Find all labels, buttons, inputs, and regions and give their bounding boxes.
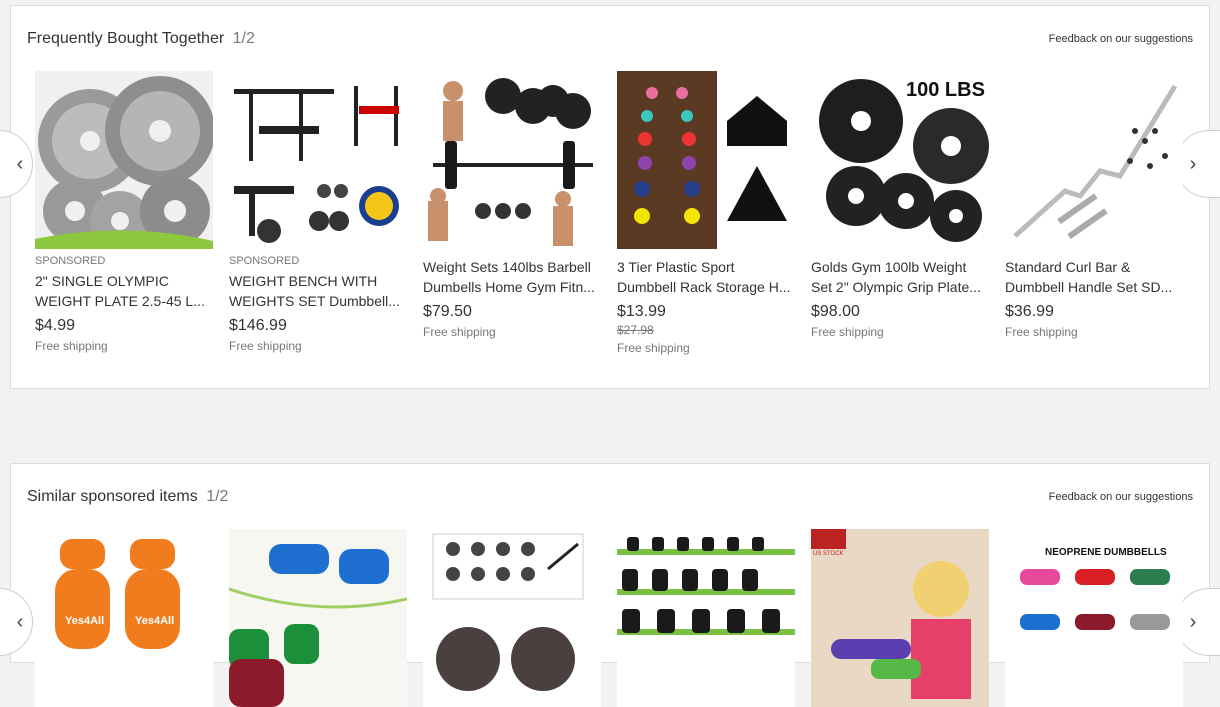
carousel-prev-button[interactable]: ‹	[0, 130, 33, 198]
product-price: $4.99	[35, 317, 76, 334]
plate-set-icon[interactable]	[423, 529, 601, 707]
section-title: Frequently Bought Together 1/2	[27, 30, 255, 48]
feedback-link[interactable]: Feedback on our suggestions	[1049, 491, 1193, 503]
product-title[interactable]: Standard Curl Bar & Dumbbell Handle Set …	[1005, 257, 1183, 297]
section-title-text: Similar sponsored items	[27, 488, 198, 505]
original-price: $27.98	[617, 323, 654, 337]
product-card[interactable]: Weight Sets 140lbs Barbell Dumbells Home…	[423, 71, 601, 339]
dumbbell-rows-icon[interactable]	[617, 529, 795, 707]
product-price: $79.50	[423, 303, 472, 320]
sponsored-label: SPONSORED	[229, 255, 300, 267]
product-card[interactable]: Yes4All Yes4All	[35, 529, 213, 707]
product-title[interactable]: WEIGHT BENCH WITH WEIGHTS SET Dumbbell..…	[229, 271, 407, 311]
image-text: 100 LBS	[906, 79, 985, 101]
shipping-info: Free shipping	[811, 325, 884, 339]
product-card[interactable]: SPONSORED WEIGHT BENCH WITH WEIGHTS SET …	[229, 71, 407, 353]
product-title[interactable]: Weight Sets 140lbs Barbell Dumbells Home…	[423, 257, 601, 297]
image-text: Yes4All	[65, 615, 104, 627]
product-price: $146.99	[229, 317, 287, 334]
frequently-bought-together-panel: Frequently Bought Together 1/2 Feedback …	[0, 5, 1220, 389]
chevron-left-icon: ‹	[16, 610, 24, 633]
product-card[interactable]	[617, 529, 795, 707]
dumbbell-rack-icon[interactable]	[617, 71, 795, 249]
product-card[interactable]	[229, 529, 407, 707]
product-price: $13.99	[617, 303, 666, 320]
product-card[interactable]: NEOPRENE DUMBBELLS	[1005, 529, 1183, 707]
similar-sponsored-items-panel: Similar sponsored items 1/2 Feedback on …	[0, 463, 1220, 707]
orange-dumbbells-icon[interactable]: Yes4All Yes4All	[35, 529, 213, 707]
shipping-info: Free shipping	[617, 341, 690, 355]
shipping-info: Free shipping	[423, 325, 496, 339]
product-card[interactable]: Standard Curl Bar & Dumbbell Handle Set …	[1005, 71, 1183, 339]
chevron-left-icon: ‹	[16, 152, 24, 175]
chevron-right-icon: ›	[1189, 610, 1197, 633]
product-card[interactable]: SPONSORED 2" SINGLE OLYMPIC WEIGHT PLATE…	[35, 71, 213, 353]
product-title[interactable]: 3 Tier Plastic Sport Dumbbell Rack Stora…	[617, 257, 795, 297]
product-card[interactable]: 100 LBS Golds Gym 100lb Weight Set 2" Ol…	[811, 71, 989, 339]
product-price: $98.00	[811, 303, 860, 320]
image-text: NEOPRENE DUMBBELLS	[1045, 547, 1167, 558]
section-title: Similar sponsored items 1/2	[27, 488, 228, 506]
weight-plates-icon[interactable]	[35, 71, 213, 249]
women-exercising-icon[interactable]: US STOCK	[811, 529, 989, 707]
curl-bar-icon[interactable]	[1005, 71, 1183, 249]
product-card[interactable]	[423, 529, 601, 707]
section-title-text: Frequently Bought Together	[27, 30, 225, 47]
product-title[interactable]: 2" SINGLE OLYMPIC WEIGHT PLATE 2.5-45 L.…	[35, 271, 213, 311]
product-card[interactable]: US STOCK	[811, 529, 989, 707]
feedback-link[interactable]: Feedback on our suggestions	[1049, 33, 1193, 45]
neoprene-dumbbells-blue-icon[interactable]	[229, 529, 407, 707]
sponsored-label: SPONSORED	[35, 255, 106, 267]
pager-indicator: 1/2	[206, 488, 229, 505]
carousel-prev-button[interactable]: ‹	[0, 588, 33, 656]
shipping-info: Free shipping	[229, 339, 302, 353]
pager-indicator: 1/2	[232, 30, 255, 47]
chevron-right-icon: ›	[1189, 152, 1197, 175]
image-text: Yes4All	[135, 615, 174, 627]
image-text: US STOCK	[813, 551, 844, 557]
shipping-info: Free shipping	[1005, 325, 1078, 339]
golds-gym-plates-icon[interactable]: 100 LBS	[811, 71, 989, 249]
neoprene-dumbbells-grid-icon[interactable]: NEOPRENE DUMBBELLS	[1005, 529, 1183, 707]
product-price: $36.99	[1005, 303, 1054, 320]
barbell-set-icon[interactable]	[423, 71, 601, 249]
product-title[interactable]: Golds Gym 100lb Weight Set 2" Olympic Gr…	[811, 257, 989, 297]
weight-bench-icon[interactable]	[229, 71, 407, 249]
product-card[interactable]: 3 Tier Plastic Sport Dumbbell Rack Stora…	[617, 71, 795, 355]
shipping-info: Free shipping	[35, 339, 108, 353]
